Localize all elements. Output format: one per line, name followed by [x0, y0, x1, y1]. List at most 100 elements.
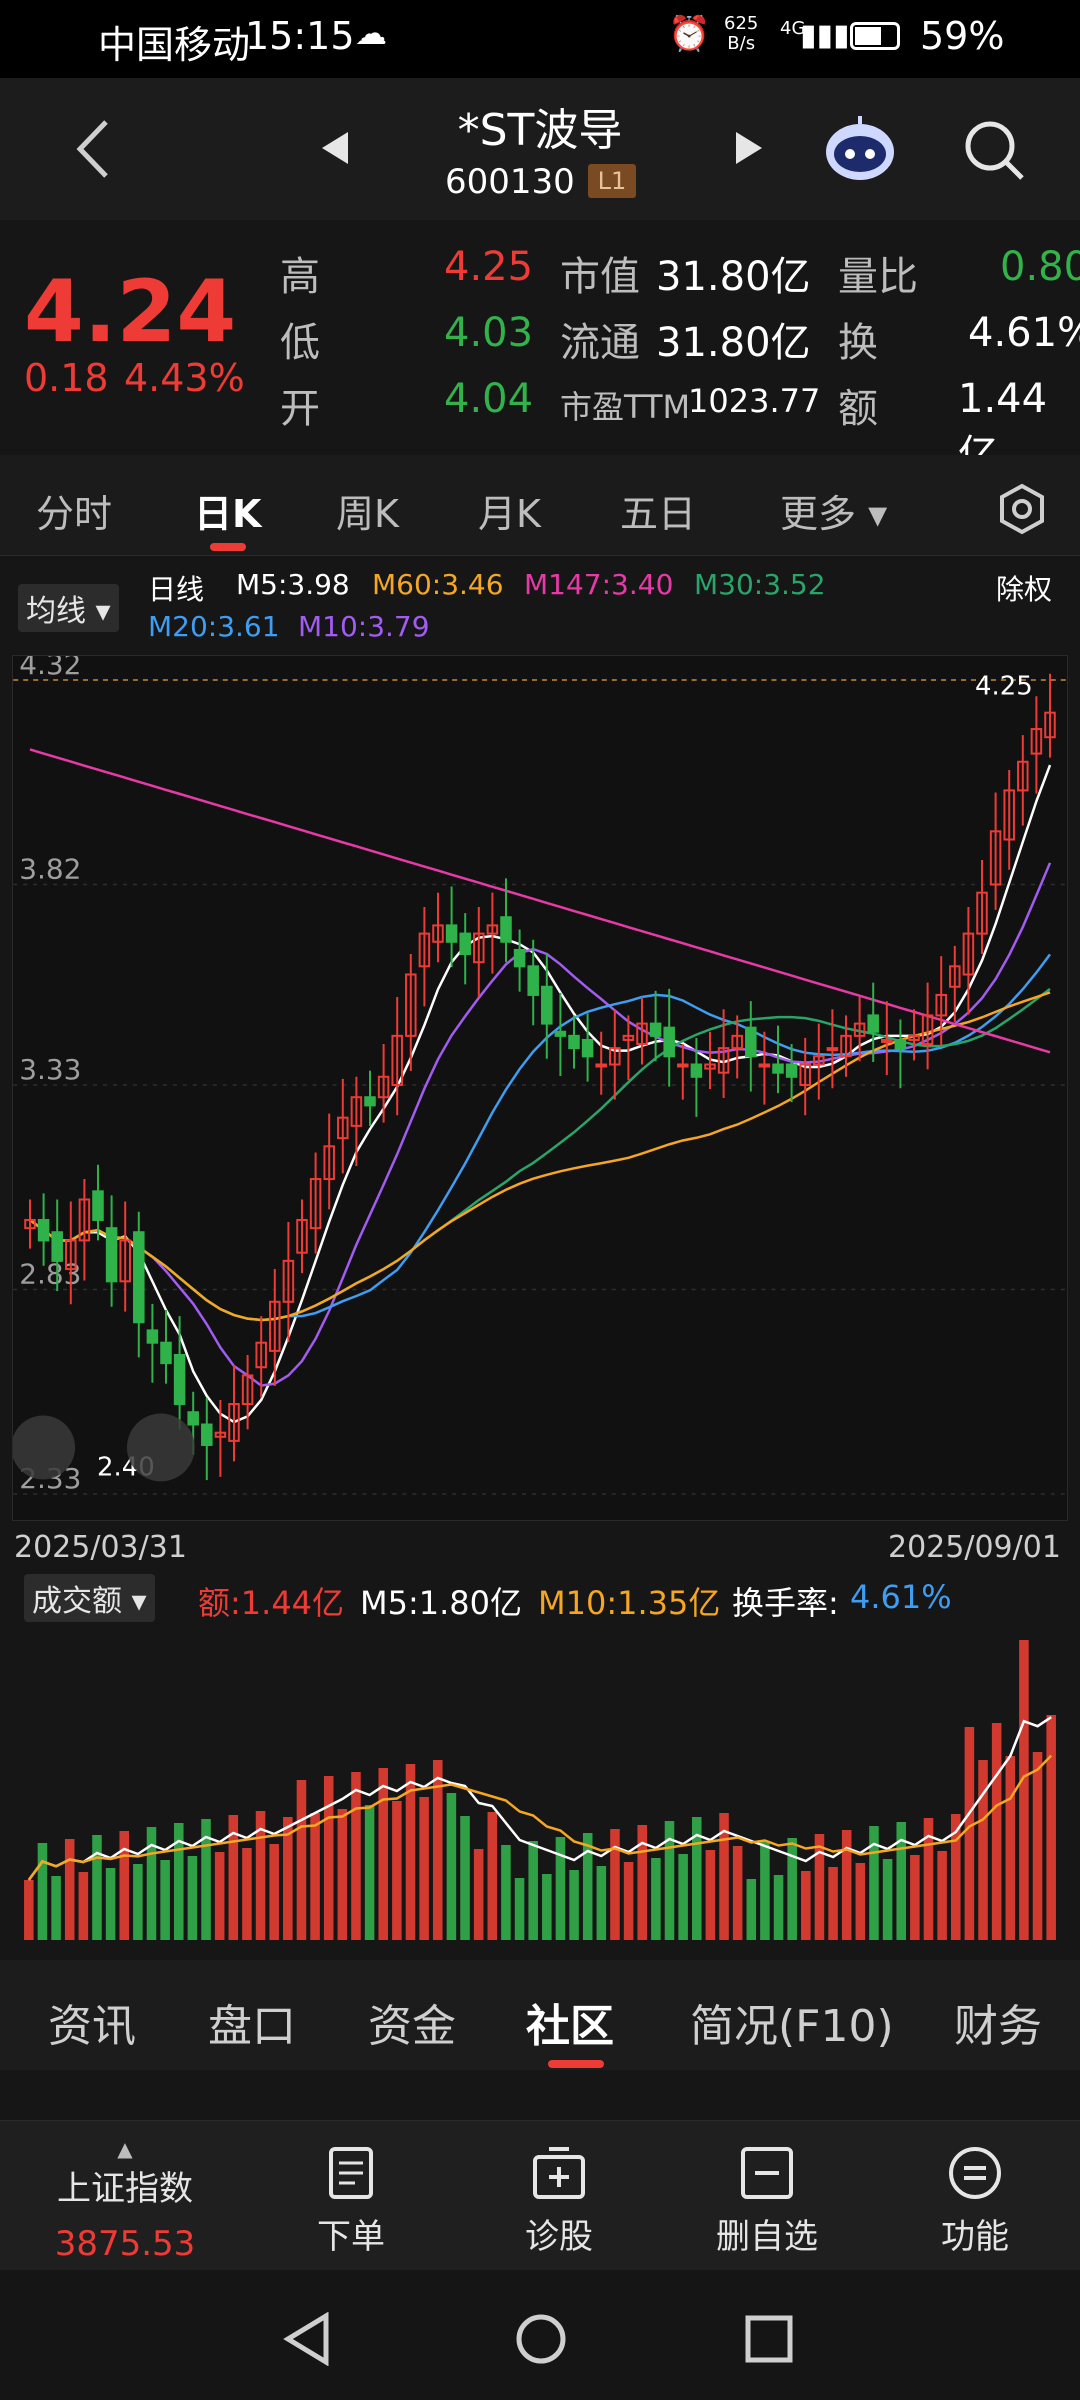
stock-code: 600130 [445, 162, 575, 202]
y-tick-label: 4.32 [19, 655, 81, 681]
volume-bar [214, 1852, 225, 1940]
index-ticker[interactable]: ▲ 上证指数 3875.53 [30, 2137, 220, 2264]
volume-bar [119, 1831, 130, 1940]
tab-five-day[interactable]: 五日 [620, 483, 696, 538]
volume-chart[interactable] [12, 1640, 1068, 1940]
ma-line-m5 [29, 764, 1052, 1424]
candle-body [690, 1063, 703, 1078]
nav-home-icon[interactable] [514, 2312, 568, 2366]
candle-body [649, 1022, 662, 1037]
tab-monthly-k[interactable]: 月K [478, 483, 541, 538]
volume-bar [732, 1846, 743, 1940]
x-axis-end: 2025/09/01 [888, 1530, 1061, 1565]
volume-bar [1032, 1752, 1043, 1940]
y-tick-label: 3.82 [19, 853, 81, 886]
tab-order-book[interactable]: 盘口 [208, 1990, 296, 2054]
nav-back-icon[interactable] [282, 2312, 332, 2366]
candle-body [541, 985, 553, 1025]
candle-body [201, 1423, 213, 1446]
volume-dropdown[interactable]: 成交额 ▾ [24, 1574, 155, 1622]
volume-turnover-label: 换手率: [732, 1584, 839, 1622]
kline-chart[interactable]: 4.323.823.332.832.33 4.252.40 [12, 655, 1068, 1521]
volume-bar [269, 1844, 279, 1940]
search-icon[interactable] [962, 118, 1026, 182]
candle-body [881, 1038, 893, 1043]
functions-label: 功能 [941, 2217, 1009, 2257]
volume-bar [460, 1816, 470, 1940]
tab-weekly-k[interactable]: 周K [336, 483, 399, 538]
open-value: 4.04 [444, 376, 534, 422]
vol-ratio-value: 0.80 [1000, 244, 1080, 290]
volume-bar [419, 1797, 429, 1940]
volume-bar [514, 1878, 525, 1940]
tab-more[interactable]: 更多 ▾ [780, 483, 887, 538]
volume-bar [310, 1813, 320, 1940]
scroll-left-icon[interactable] [12, 1415, 76, 1480]
volume-bar [64, 1839, 75, 1940]
volume-bar [187, 1856, 198, 1940]
volume-bar [51, 1876, 61, 1940]
candle-body [513, 948, 526, 968]
level-badge: L1 [588, 164, 636, 198]
volume-bar [651, 1858, 661, 1940]
candle-body [867, 1014, 879, 1033]
net-speed: 625 B/s [724, 13, 759, 54]
m10-value: M10:3.79 [298, 610, 430, 643]
next-stock-icon[interactable] [732, 128, 766, 168]
candle-body [758, 1063, 771, 1068]
turnover-value: 4.61% [968, 310, 1080, 356]
tab-intraday[interactable]: 分时 [36, 483, 112, 538]
remove-watchlist-button[interactable]: 删自选 [692, 2145, 842, 2258]
robot-assistant-icon[interactable] [822, 112, 898, 184]
ma-line-m147 [29, 748, 1051, 1054]
candle-body [568, 1034, 580, 1050]
volume-bar [473, 1849, 484, 1940]
volume-bar [1046, 1715, 1056, 1940]
volume-m10: M10:1.35亿 [538, 1584, 721, 1622]
diagnose-label: 诊股 [525, 2217, 593, 2257]
volume-bar [582, 1833, 593, 1940]
ma-line-m20 [29, 953, 1052, 1322]
volume-bar [978, 1760, 988, 1940]
ma-dropdown[interactable]: 均线 ▾ [18, 584, 119, 632]
tab-community[interactable]: 社区 [526, 1990, 614, 2054]
volume-turnover: 4.61% [850, 1578, 952, 1616]
tab-capital[interactable]: 资金 [368, 1990, 456, 2054]
adjust-label[interactable]: 除权 [996, 568, 1052, 608]
fullscreen-icon[interactable] [126, 1413, 195, 1482]
period-label: 日线 [148, 573, 205, 606]
volume-bar [882, 1859, 893, 1940]
y-tick-label: 3.33 [19, 1053, 81, 1086]
settings-icon[interactable] [996, 483, 1048, 535]
tab-profile[interactable]: 简况(F10) [690, 1990, 894, 2054]
order-button[interactable]: 下单 [276, 2145, 426, 2258]
diagnose-button[interactable]: 诊股 [484, 2145, 634, 2258]
low-value: 4.03 [444, 310, 534, 356]
volume-bar [855, 1863, 866, 1940]
candle-body [785, 1063, 798, 1078]
carrier: 中国移动 [98, 23, 251, 67]
volume-bar [1005, 1756, 1016, 1940]
tab-news[interactable]: 资讯 [48, 1990, 136, 2054]
max-price-label: 4.25 [975, 672, 1033, 702]
volume-m5: M5:1.80亿 [360, 1584, 523, 1622]
tab-daily-k[interactable]: 日K [194, 483, 261, 538]
tab-finance[interactable]: 财务 [954, 1990, 1042, 2054]
volume-bar [760, 1842, 770, 1940]
order-label: 下单 [317, 2217, 385, 2257]
battery-level: 59% [920, 14, 1005, 58]
price-change: 0.18 [24, 356, 109, 400]
volume-bar [378, 1768, 389, 1940]
mktcap-value: 31.80亿 [656, 254, 811, 300]
volume-bar [705, 1850, 716, 1940]
volume-bar [323, 1776, 334, 1940]
functions-button[interactable]: 功能 [900, 2145, 1050, 2258]
candle-body [826, 1047, 839, 1052]
candle-body [37, 1218, 50, 1242]
system-nav-bar [0, 2270, 1080, 2400]
ma-line-m30 [29, 987, 1051, 1322]
indicator-legend: 均线 ▾ 日线 M5:3.98 M60:3.46 M147:3.40 M30:3… [0, 560, 1080, 652]
high-label: 高 [280, 254, 320, 300]
nav-recents-icon[interactable] [744, 2314, 794, 2364]
candle-body [772, 1063, 784, 1074]
